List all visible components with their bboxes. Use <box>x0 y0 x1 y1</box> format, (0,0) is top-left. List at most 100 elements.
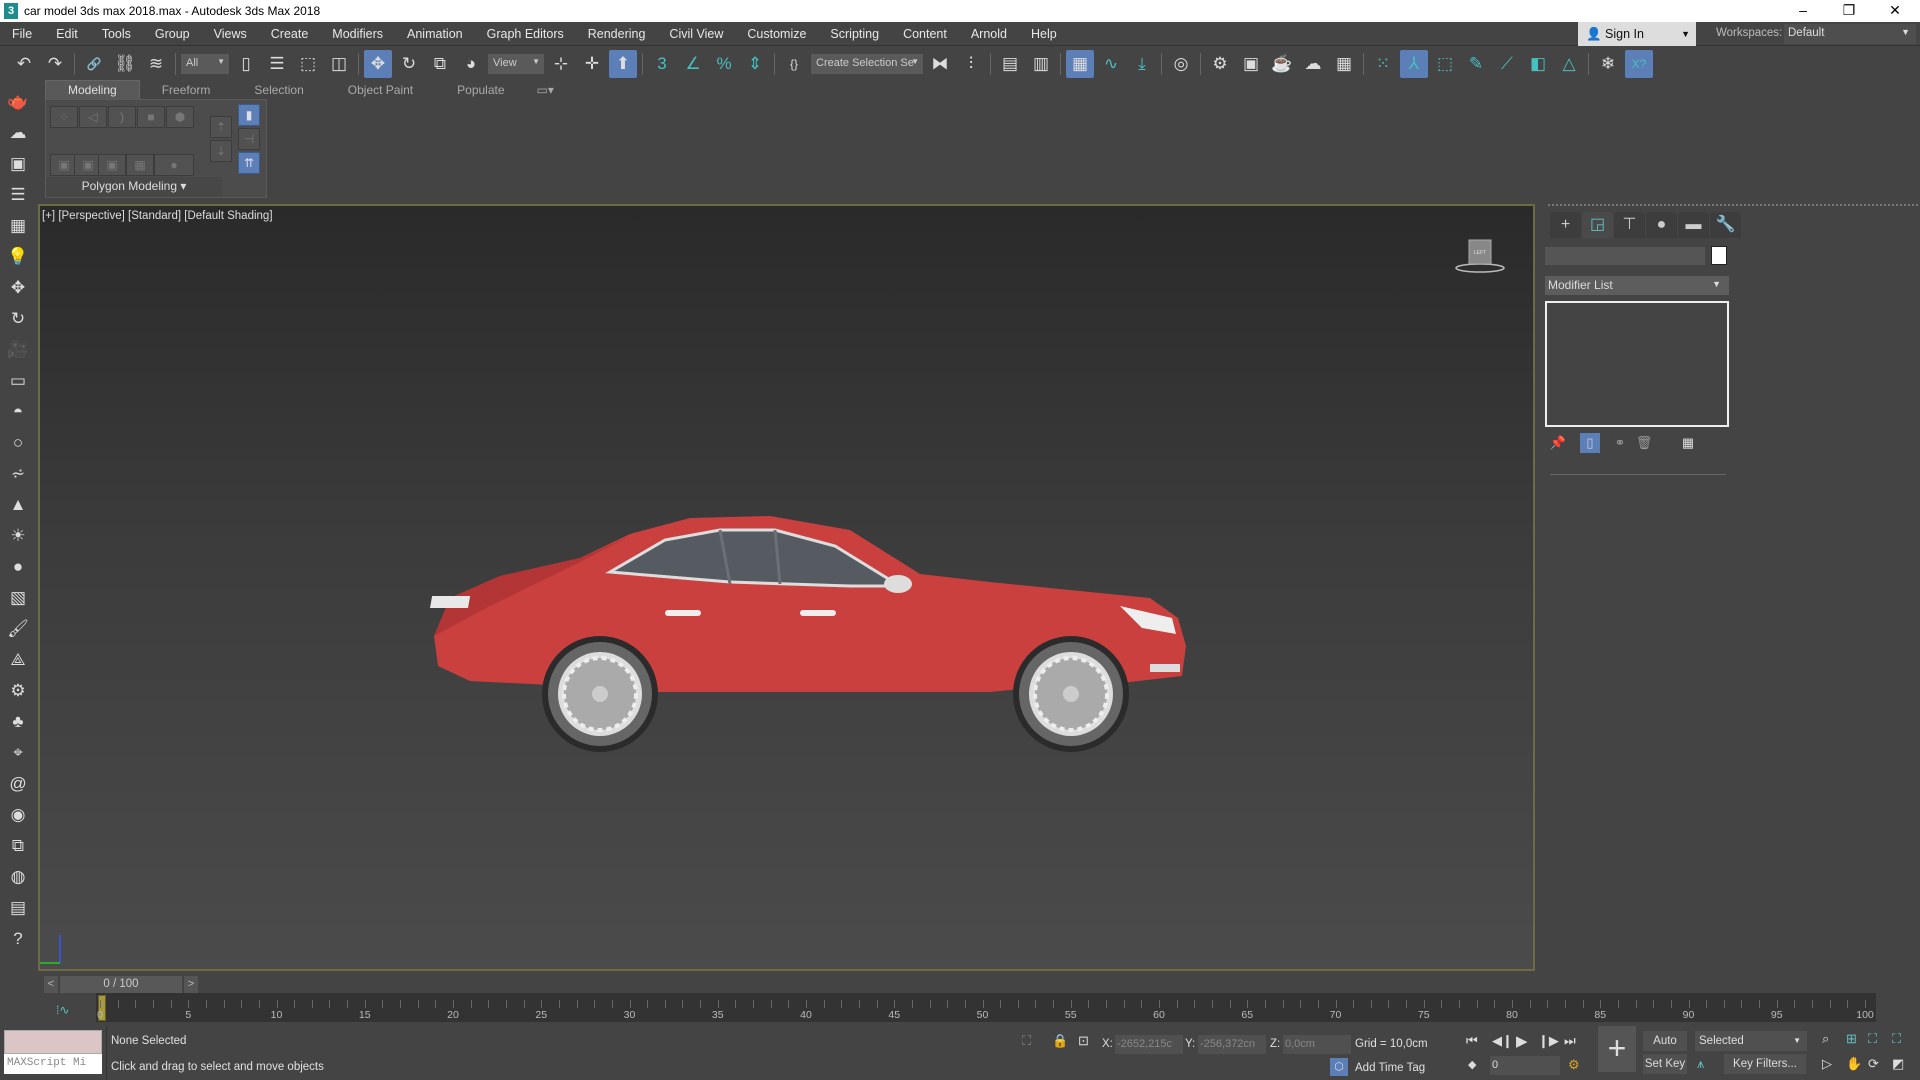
pan-view-icon[interactable]: ✋ <box>1846 1056 1862 1072</box>
default-in-out-tangents-icon[interactable]: ⩚ <box>1697 1056 1704 1072</box>
dataset-icon[interactable]: ⧉ <box>6 834 30 858</box>
go-to-end-icon[interactable]: ⏭ <box>1564 1033 1576 1049</box>
list-icon[interactable]: ☰ <box>6 183 30 207</box>
scene-explorer-icon[interactable]: ▤ <box>996 50 1024 78</box>
freeze-icon[interactable]: ❄ <box>1594 50 1622 78</box>
select-and-place-icon[interactable]: ◕ <box>457 50 485 78</box>
menu-file[interactable]: File <box>0 27 44 41</box>
border-icon[interactable]: ) <box>108 106 136 128</box>
sign-in-button[interactable]: 👤 Sign In ▼ <box>1578 22 1696 46</box>
z-coordinate-input[interactable]: 0,0cm <box>1283 1035 1351 1054</box>
stack-up-icon[interactable]: ⇡ <box>210 116 232 138</box>
unlink-icon[interactable]: ⛓ <box>111 50 139 78</box>
maxscript-mini-listener[interactable]: MAXScript Mi <box>4 1054 102 1074</box>
time-slider-handle[interactable]: 0 / 100 <box>60 976 182 993</box>
field-of-view-icon[interactable]: ▷ <box>1822 1056 1832 1072</box>
minimize-icon[interactable]: – <box>1780 0 1826 22</box>
rectangular-selection-icon[interactable]: ⬚ <box>294 50 322 78</box>
y-coordinate-input[interactable]: -256,372cn <box>1198 1035 1266 1054</box>
arnold-edit-icon[interactable]: ✎ <box>1462 50 1490 78</box>
mirror-icon[interactable]: ⧓ <box>926 50 954 78</box>
polygon-icon[interactable]: ■ <box>137 106 165 128</box>
select-and-scale-icon[interactable]: ⧉ <box>426 50 454 78</box>
show-end-result-icon[interactable]: ▯ <box>1580 433 1600 453</box>
zoom-icon[interactable]: ⌕ <box>1822 1031 1829 1047</box>
move-icon[interactable]: ✥ <box>6 276 30 300</box>
prev-frame-button[interactable]: < <box>44 976 58 993</box>
pin-stack-icon[interactable]: ⊣ <box>238 128 260 150</box>
rotate-icon[interactable]: ↻ <box>6 307 30 331</box>
use-pivot-icon[interactable]: ⊹ <box>547 50 575 78</box>
redo-icon[interactable]: ↷ <box>41 50 69 78</box>
viewport-label-menu[interactable]: [+] [Perspective] [Standard] [Default Sh… <box>42 210 273 222</box>
window-crossing-icon[interactable]: ◫ <box>325 50 353 78</box>
arnold-xp-icon[interactable]: X? <box>1625 49 1653 78</box>
menu-graph-editors[interactable]: Graph Editors <box>475 27 576 41</box>
render-view-icon[interactable]: ▦ <box>1330 50 1358 78</box>
arnold-icon[interactable]: ⅄ <box>1400 49 1428 78</box>
restore-icon[interactable]: ❐ <box>1826 0 1872 22</box>
hierarchy-icon[interactable]: ⊤ <box>1614 212 1645 238</box>
toggle-ribbon-icon[interactable]: ▦ <box>1066 49 1094 78</box>
rendered-frame-window-icon[interactable]: ▣ <box>1237 50 1265 78</box>
mini-curve-editor-icon[interactable]: ⁞∿ <box>56 1003 69 1017</box>
menu-customize[interactable]: Customize <box>735 27 818 41</box>
utilities-icon[interactable]: 🔧 <box>1710 212 1741 238</box>
render-setup-icon[interactable]: ⚙ <box>1206 50 1234 78</box>
maximize-viewport-icon[interactable]: ◩ <box>1892 1056 1904 1072</box>
ribbon-tab-modeling[interactable]: Modeling <box>45 80 140 99</box>
ribbon-tab-object-paint[interactable]: Object Paint <box>326 81 435 99</box>
play-icon[interactable]: ▶ <box>1516 1032 1528 1050</box>
selection-filter-dropdown[interactable]: All ▼ <box>181 53 229 74</box>
configure-modifier-sets-icon[interactable]: ▦ <box>1678 433 1698 453</box>
viewport-general-menu[interactable]: [+] <box>42 210 55 222</box>
render-icon[interactable]: ▣ <box>6 152 30 176</box>
table-icon[interactable]: ▦ <box>6 214 30 238</box>
time-configuration-icon[interactable]: ⚙ <box>1568 1057 1580 1073</box>
go-to-start-icon[interactable]: ⏮ <box>1466 1033 1478 1049</box>
show-end-result-icon[interactable]: ▮ <box>238 104 260 126</box>
arnold-box-icon[interactable]: ⬚ <box>1431 50 1459 78</box>
bind-space-warp-icon[interactable]: ≋ <box>142 50 170 78</box>
workspace-select[interactable]: Default ▼ <box>1784 24 1916 44</box>
soft-selection-icon[interactable]: ● <box>154 154 194 176</box>
material-icon[interactable]: ◉ <box>6 803 30 827</box>
isolate-selection-icon[interactable]: ⛶ <box>1022 1033 1031 1049</box>
paint-icon[interactable]: 🖌 <box>6 617 30 641</box>
select-element-icon[interactable]: ▣ <box>98 154 126 176</box>
edit-named-selection-icon[interactable]: {} <box>780 50 808 78</box>
edge-icon[interactable]: ◁ <box>79 106 107 128</box>
panel-grip[interactable] <box>1548 204 1918 206</box>
key-filters-button[interactable]: Key Filters... <box>1724 1054 1806 1074</box>
object-name-input[interactable] <box>1545 247 1705 265</box>
display-icon[interactable]: ▭ <box>6 369 30 393</box>
circle-icon[interactable]: ○ <box>6 431 30 455</box>
grid-snap-icon[interactable]: ⁙ <box>1369 50 1397 78</box>
menu-civil-view[interactable]: Civil View <box>657 27 735 41</box>
spiral-icon[interactable]: @ <box>6 772 30 796</box>
snaps-toggle-icon[interactable]: 3 <box>648 50 676 78</box>
x-coordinate-input[interactable]: -2652,215c <box>1115 1035 1183 1054</box>
time-tag-icon[interactable]: ⬡ <box>1330 1058 1348 1076</box>
helper-icon[interactable]: ⌖ <box>6 741 30 765</box>
menu-animation[interactable]: Animation <box>395 27 475 41</box>
create-icon[interactable]: + <box>1550 212 1581 238</box>
motion-icon[interactable]: ● <box>1646 212 1677 238</box>
angle-snap-icon[interactable]: ∠ <box>679 50 707 78</box>
shape-icon[interactable]: ⟁ <box>6 648 30 672</box>
modify-icon[interactable]: ◲ <box>1582 212 1613 238</box>
current-frame-input[interactable]: 0 <box>1490 1056 1560 1075</box>
orbit-icon[interactable]: ⟳ <box>1868 1056 1879 1072</box>
dope-sheet-icon[interactable]: ⤓ <box>1128 50 1156 78</box>
menu-create[interactable]: Create <box>259 27 321 41</box>
keyboard-shortcut-override-icon[interactable]: ⬆ <box>609 49 637 78</box>
ribbon-tab-freeform[interactable]: Freeform <box>140 81 233 99</box>
menu-views[interactable]: Views <box>202 27 259 41</box>
set-keys-icon[interactable]: + <box>1598 1026 1636 1072</box>
menu-help[interactable]: Help <box>1019 27 1069 41</box>
menu-arnold[interactable]: Arnold <box>959 27 1019 41</box>
spinner-snap-icon[interactable]: ⇕ <box>741 50 769 78</box>
viewcube-icon[interactable]: LEFT <box>1455 236 1505 276</box>
previous-frame-icon[interactable]: ◀❙ <box>1492 1033 1513 1049</box>
manual-icon[interactable]: ▤ <box>6 896 30 920</box>
